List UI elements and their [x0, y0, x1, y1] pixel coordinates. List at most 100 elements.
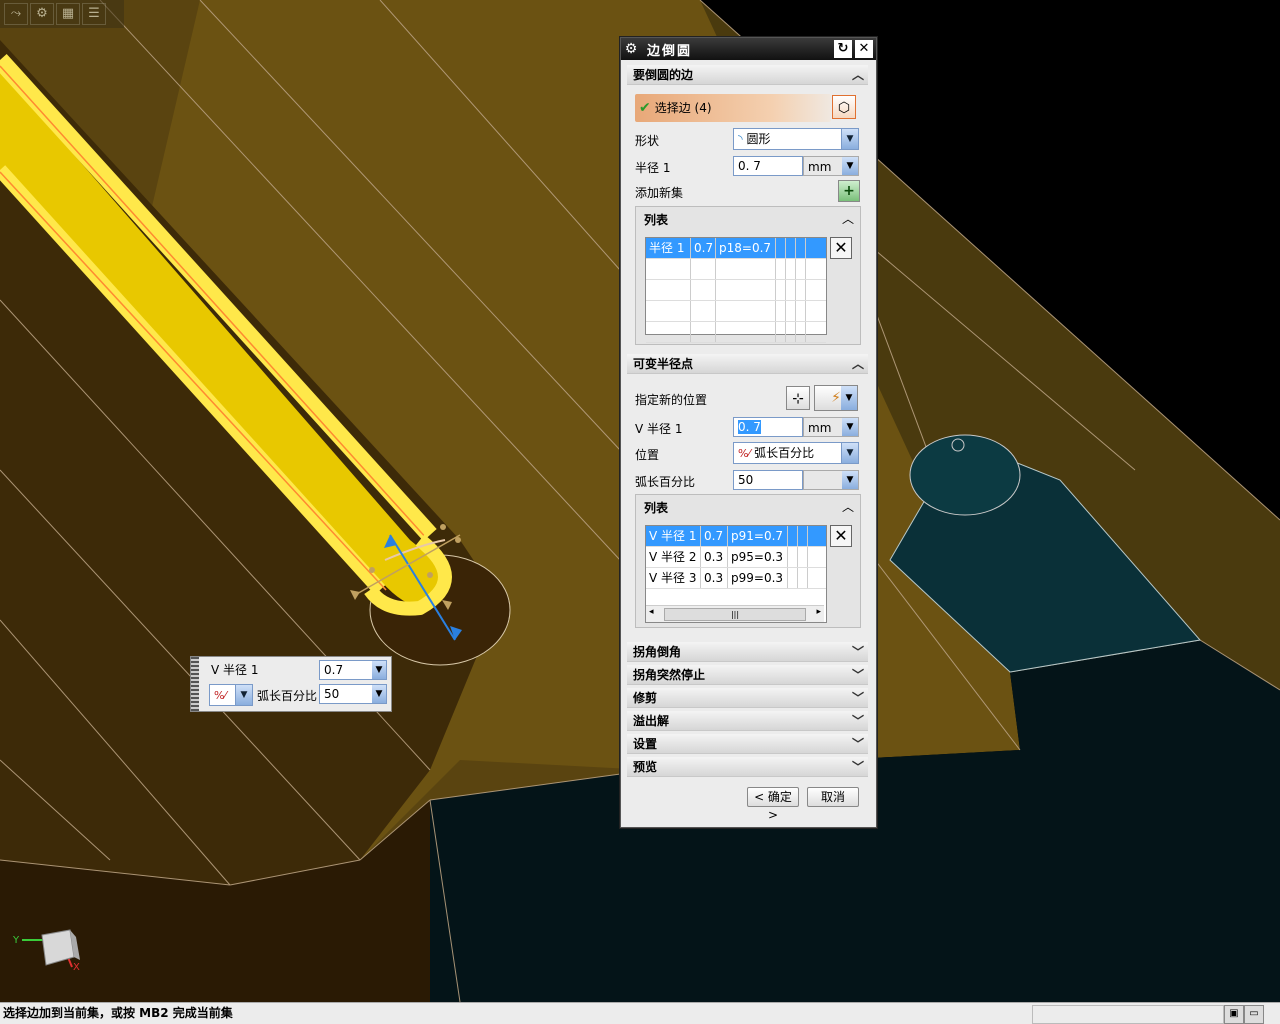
v-radius-unit-select[interactable]: mm ▼ — [803, 417, 859, 437]
section-header-4[interactable]: 设置 ﹀ — [627, 734, 868, 754]
list-item[interactable]: V 半径 2 0.3 p95=0.3 — [646, 547, 826, 568]
list-cell — [786, 238, 796, 258]
section-title: 预览 — [633, 760, 658, 774]
list2-panel: 列表 ︿ V 半径 1 0.7 p91=0.7 V 半径 2 0.3 p95=0.3 V 半… — [635, 494, 861, 628]
close-icon[interactable]: ✕ — [855, 40, 873, 58]
list-item-empty — [646, 322, 826, 343]
list-cell: p95=0.3 — [728, 547, 788, 567]
select-edges-row[interactable]: ✔ 选择边 (4) — [635, 94, 831, 122]
v-radius-label: V 半径 1 — [635, 422, 683, 436]
float-arc-pct-label: 弧长百分比 — [257, 689, 318, 703]
horizontal-scrollbar[interactable]: ◂ ||| ▸ — [646, 605, 824, 622]
list-item[interactable]: V 半径 3 0.3 p99=0.3 — [646, 568, 826, 589]
scroll-left-icon[interactable]: ◂ — [649, 607, 654, 617]
chevron-down-icon[interactable]: ▼ — [372, 685, 386, 703]
gear-icon[interactable]: ⚙ — [621, 41, 641, 57]
chevron-down-icon[interactable]: ﹀ — [852, 665, 864, 685]
chevron-down-icon[interactable]: ▼ — [841, 129, 858, 149]
chevron-down-icon[interactable]: ﹀ — [852, 757, 864, 777]
radius-input[interactable]: 0. 7 — [733, 156, 803, 176]
chevron-down-icon[interactable]: ▼ — [841, 386, 857, 410]
chevron-down-icon[interactable]: ﹀ — [852, 711, 864, 731]
list2[interactable]: V 半径 1 0.7 p91=0.7 V 半径 2 0.3 p95=0.3 V 半径 3 0.… — [645, 525, 827, 623]
section-header-1[interactable]: 拐角突然停止 ﹀ — [627, 665, 868, 685]
reset-icon[interactable]: ↻ — [834, 40, 852, 58]
list-cell: 0.3 — [701, 547, 728, 567]
onscreen-input-box: V 半径 1 0.7 ▼ %⁄ ▼ 弧长百分比 50 ▼ — [190, 656, 392, 712]
list-cell: 0.7 — [701, 526, 728, 546]
list-item[interactable]: V 半径 1 0.7 p91=0.7 — [646, 526, 826, 547]
drag-grip[interactable] — [191, 657, 199, 711]
float-arc-pct-input[interactable]: 50 ▼ — [319, 684, 387, 704]
section-header-2[interactable]: 修剪 ﹀ — [627, 688, 868, 708]
section-header-3[interactable]: 溢出解 ﹀ — [627, 711, 868, 731]
position-label: 位置 — [635, 448, 660, 462]
radius-label: 半径 1 — [635, 161, 671, 175]
cancel-button[interactable]: 取消 — [807, 787, 859, 807]
list-item-empty — [646, 301, 826, 322]
new-position-label: 指定新的位置 — [635, 393, 708, 407]
scroll-thumb[interactable]: ||| — [664, 608, 806, 621]
arc-pct-label: 弧长百分比 — [635, 475, 696, 489]
float-v-radius-input[interactable]: 0.7 ▼ — [319, 660, 387, 680]
chevron-up-icon[interactable]: ︿ — [852, 65, 864, 85]
point-inference-icon: ⚡ — [831, 390, 841, 406]
window-icon[interactable]: ▭ — [1244, 1005, 1264, 1024]
ok-button[interactable]: < 确定 > — [747, 787, 799, 822]
shape-select[interactable]: ◝ 圆形 ▼ — [733, 128, 859, 150]
snap-icon[interactable]: ⤳ — [4, 3, 28, 25]
add-new-set-label: 添加新集 — [635, 186, 684, 200]
list-cell: V 半径 1 — [646, 526, 701, 546]
edge-select-cube-icon[interactable]: ⬡ — [832, 95, 856, 119]
position-select[interactable]: %⁄ 弧长百分比 ▼ — [733, 442, 859, 464]
chevron-down-icon[interactable]: ▼ — [372, 661, 386, 679]
chevron-up-icon[interactable]: ︿ — [852, 354, 864, 374]
chevron-down-icon[interactable]: ▼ — [841, 443, 858, 463]
percent-arc-icon: %⁄ — [738, 447, 751, 460]
triad-y-label: Y — [12, 935, 20, 946]
selection-filter-icon[interactable]: ▣ — [1224, 1005, 1244, 1024]
delete-icon[interactable]: ✕ — [830, 237, 852, 259]
v-radius-input[interactable]: 0. 7 — [733, 417, 803, 437]
chevron-down-icon[interactable]: ▼ — [842, 157, 858, 175]
status-bar: 选择边加到当前集，或按 MB2 完成当前集 ▣ ▭ — [0, 1002, 1280, 1024]
status-message: 选择边加到当前集，或按 MB2 完成当前集 — [3, 1006, 233, 1020]
list-cell: p18=0.7 — [716, 238, 776, 258]
section-edges-header[interactable]: 要倒圆的边 ︿ — [627, 65, 868, 85]
radius-unit-select[interactable]: mm ▼ — [803, 156, 859, 176]
list1[interactable]: 半径 1 0.7 p18=0.7 — [645, 237, 827, 343]
arc-shape-icon: ◝ — [738, 132, 743, 146]
list-item[interactable]: 半径 1 0.7 p18=0.7 — [646, 238, 826, 259]
section-header-0[interactable]: 拐角倒角 ﹀ — [627, 642, 868, 662]
chevron-up-icon[interactable]: ︿ — [842, 498, 854, 515]
select-edges-label: 选择边 (4) — [654, 101, 712, 115]
chevron-down-icon[interactable]: ▼ — [842, 418, 858, 436]
section-variable-radius-header[interactable]: 可变半径点 ︿ — [627, 354, 868, 374]
point-dialog-icon[interactable]: ⊹ — [786, 386, 810, 410]
section-header-5[interactable]: 预览 ﹀ — [627, 757, 868, 777]
list-cell: p99=0.3 — [728, 568, 788, 588]
list-cell: 半径 1 — [646, 238, 691, 258]
chevron-up-icon[interactable]: ︿ — [842, 210, 854, 227]
section-title: 拐角突然停止 — [633, 668, 706, 682]
delete-icon[interactable]: ✕ — [830, 525, 852, 547]
arc-pct-dropdown[interactable]: ▼ — [803, 470, 859, 490]
arc-pct-input[interactable]: 50 — [733, 470, 803, 490]
chevron-down-icon[interactable]: ▼ — [235, 685, 252, 705]
chevron-down-icon[interactable]: ﹀ — [852, 642, 864, 662]
add-set-icon[interactable]: + — [838, 180, 860, 202]
chevron-down-icon[interactable]: ﹀ — [852, 734, 864, 754]
scroll-right-icon[interactable]: ▸ — [816, 607, 821, 617]
grid-icon[interactable]: ▦ — [56, 3, 80, 25]
point-inference-select[interactable]: ⚡ ▼ — [814, 385, 858, 411]
gear-icon[interactable]: ⚙ — [30, 3, 54, 25]
float-position-type-select[interactable]: %⁄ ▼ — [209, 684, 253, 706]
list-cell: V 半径 2 — [646, 547, 701, 567]
section-title: 设置 — [633, 737, 658, 751]
list-icon[interactable]: ☰ — [82, 3, 106, 25]
status-cell — [1032, 1005, 1224, 1024]
chevron-down-icon[interactable]: ﹀ — [852, 688, 864, 708]
list-item-empty — [646, 259, 826, 280]
chevron-down-icon[interactable]: ▼ — [842, 471, 858, 489]
dialog-titlebar[interactable]: ⚙ 边倒圆 ↻ ✕ — [621, 38, 876, 60]
